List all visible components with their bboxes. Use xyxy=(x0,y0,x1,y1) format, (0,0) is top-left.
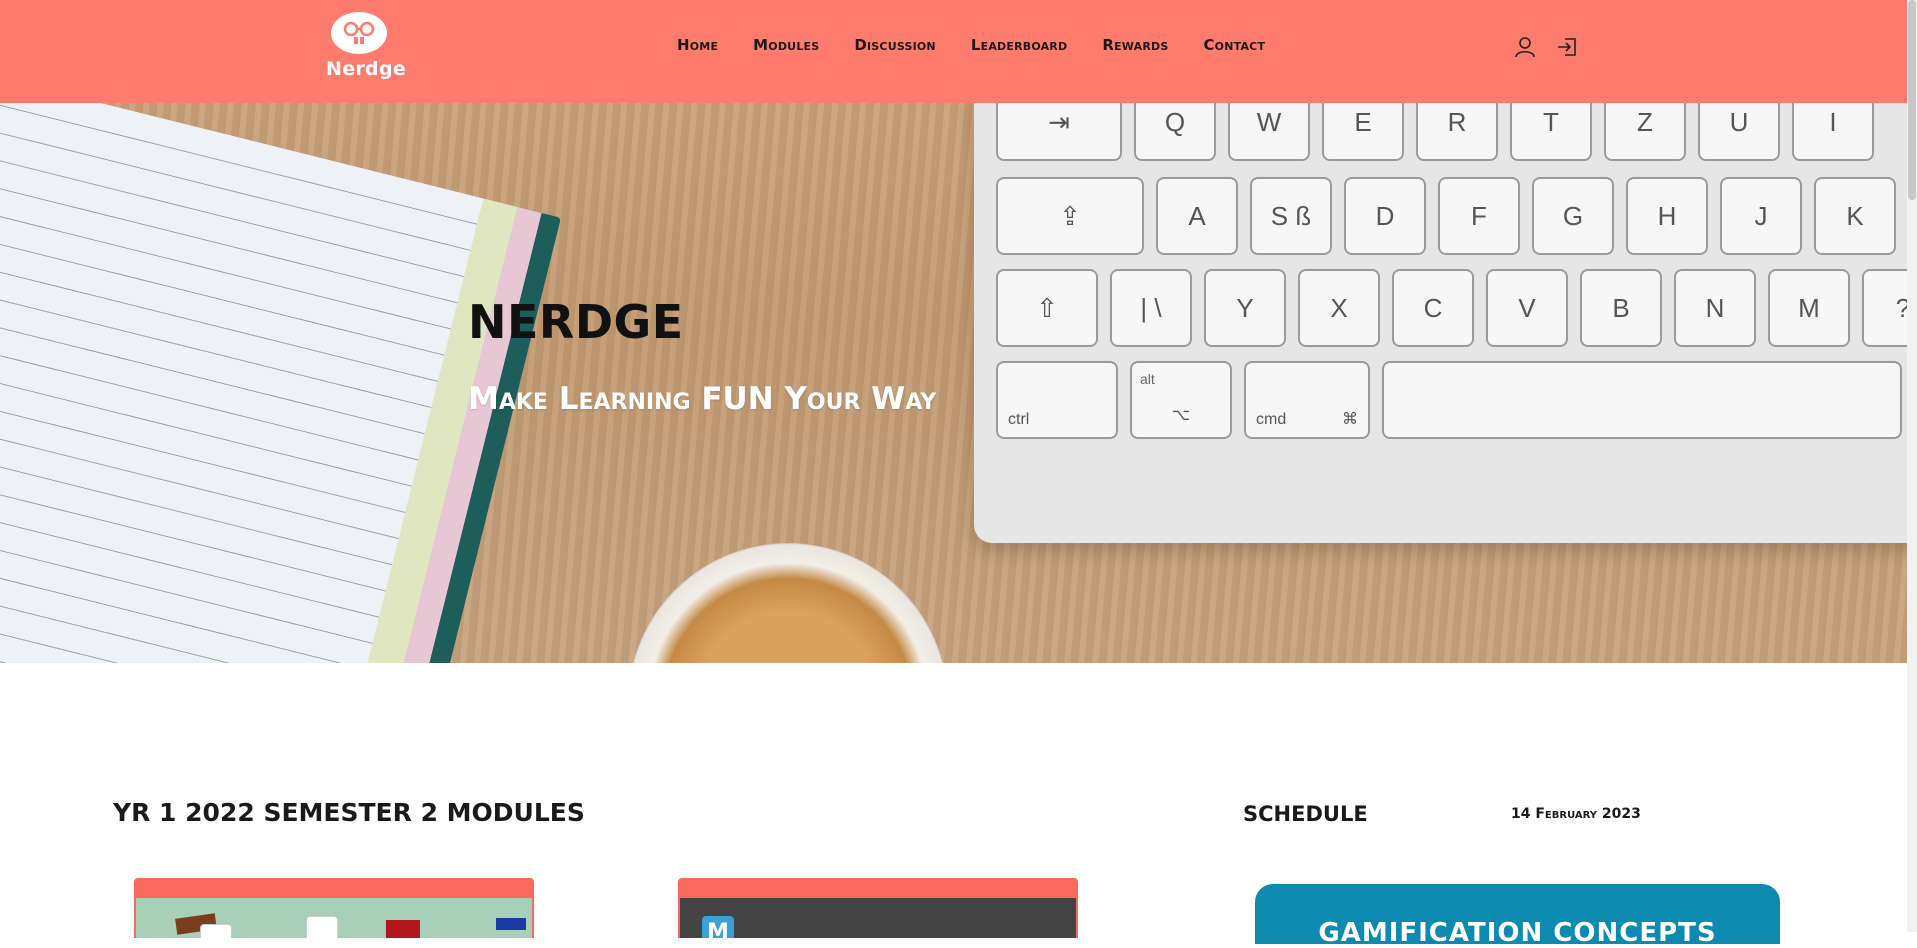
main-nav: Home Modules Discussion Leaderboard Rewa… xyxy=(677,36,1300,58)
key: S ß xyxy=(1250,177,1332,255)
key-cmd: cmd ⌘ xyxy=(1244,361,1370,439)
key: F xyxy=(1438,177,1520,255)
key: E xyxy=(1322,103,1404,161)
module-card-image xyxy=(136,898,532,938)
key: W xyxy=(1228,103,1310,161)
key: M xyxy=(1768,269,1850,347)
key-tab: ⇥ xyxy=(996,103,1122,161)
key: R xyxy=(1416,103,1498,161)
key: T xyxy=(1510,103,1592,161)
key: I xyxy=(1792,103,1874,161)
nav-discussion[interactable]: Discussion xyxy=(854,36,935,58)
key: U xyxy=(1698,103,1780,161)
nav-contact[interactable]: Contact xyxy=(1203,36,1265,58)
nerd-mascot-icon xyxy=(331,12,387,54)
key: H xyxy=(1626,177,1708,255)
hero-title: NERDGE xyxy=(468,295,684,349)
key: Y xyxy=(1204,269,1286,347)
schedule-title: SCHEDULE xyxy=(1243,802,1368,826)
key: V xyxy=(1486,269,1568,347)
key: X xyxy=(1298,269,1380,347)
module-card-image: M xyxy=(680,898,1076,938)
key-cmd-label: cmd xyxy=(1256,411,1287,428)
key: K xyxy=(1814,177,1896,255)
key: G xyxy=(1532,177,1614,255)
header-actions xyxy=(1514,36,1578,58)
key: N xyxy=(1674,269,1756,347)
key: ? xyxy=(1862,269,1907,347)
nav-rewards[interactable]: Rewards xyxy=(1102,36,1168,58)
key-alt-label: alt xyxy=(1140,371,1155,387)
hero-banner: ⇥ Q W E R T Z U I ⇪ A S ß D F G H J K ⇧ … xyxy=(0,103,1907,663)
key: | \ xyxy=(1110,269,1192,347)
key: Q xyxy=(1134,103,1216,161)
key: D xyxy=(1344,177,1426,255)
keyboard-image: ⇥ Q W E R T Z U I ⇪ A S ß D F G H J K ⇧ … xyxy=(974,103,1907,543)
schedule-card-title: GAMIFICATION CONCEPTS xyxy=(1318,918,1717,948)
hero-subtitle: Make Learning FUN Your Way xyxy=(468,381,937,417)
user-icon[interactable] xyxy=(1514,36,1536,58)
key-space xyxy=(1382,361,1902,439)
schedule-card[interactable]: GAMIFICATION CONCEPTS xyxy=(1255,884,1780,948)
login-icon[interactable] xyxy=(1556,36,1578,58)
key-caps: ⇪ xyxy=(996,177,1144,255)
scrollbar-thumb[interactable] xyxy=(1908,0,1916,200)
coffee-cup-image xyxy=(628,543,948,663)
site-header: Nerdge Home Modules Discussion Leaderboa… xyxy=(0,0,1907,103)
nav-leaderboard[interactable]: Leaderboard xyxy=(971,36,1067,58)
logo-text: Nerdge xyxy=(326,58,407,80)
module-card[interactable]: M xyxy=(678,878,1078,938)
logo[interactable]: Nerdge xyxy=(326,12,407,84)
key-ctrl: ctrl xyxy=(996,361,1118,439)
nav-modules[interactable]: Modules xyxy=(753,36,819,58)
key: J xyxy=(1720,177,1802,255)
nav-home[interactable]: Home xyxy=(677,36,718,58)
schedule-date: 14 February 2023 xyxy=(1511,806,1641,822)
scrollbar[interactable] xyxy=(1907,0,1917,932)
key: B xyxy=(1580,269,1662,347)
module-card[interactable] xyxy=(134,878,534,938)
key-shift: ⇧ xyxy=(996,269,1098,347)
key: C xyxy=(1392,269,1474,347)
module-badge: M xyxy=(702,916,734,938)
key: Z xyxy=(1604,103,1686,161)
modules-section-title: YR 1 2022 SEMESTER 2 MODULES xyxy=(113,798,585,827)
key-alt: alt ⌥ xyxy=(1130,361,1232,439)
key: A xyxy=(1156,177,1238,255)
